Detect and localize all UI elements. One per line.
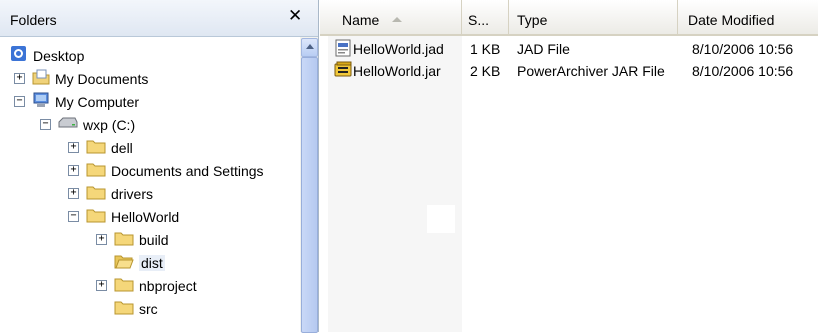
column-header-name[interactable]: Name: [320, 0, 462, 36]
file-type: PowerArchiver JAR File: [517, 63, 665, 79]
column-header-date-modified[interactable]: Date Modified: [678, 0, 818, 36]
folder-icon: [86, 207, 106, 226]
collapse-icon[interactable]: −: [14, 96, 25, 107]
column-header-type[interactable]: Type: [509, 0, 678, 36]
file-row-jar[interactable]: HelloWorld.jar 2 KB PowerArchiver JAR Fi…: [320, 60, 818, 82]
tree-item-desktop[interactable]: Desktop: [10, 44, 84, 67]
folder-icon: [114, 299, 134, 318]
tree-item-my-computer[interactable]: − My Computer: [14, 90, 139, 113]
folder-icon: [114, 230, 134, 249]
arrow-up-icon: [306, 44, 314, 49]
tree-item-documents-and-settings[interactable]: + Documents and Settings: [68, 159, 264, 182]
folders-title: Folders: [10, 12, 57, 28]
folder-icon: [86, 184, 106, 203]
file-name: HelloWorld.jad: [353, 41, 444, 57]
tree-item-label: wxp (C:): [83, 116, 136, 133]
tree-item-src[interactable]: src: [96, 297, 158, 320]
file-date-modified: 8/10/2006 10:56: [692, 41, 794, 57]
tree-item-build[interactable]: + build: [96, 228, 169, 251]
tree-item-label: dist: [139, 254, 165, 271]
expand-icon[interactable]: +: [96, 234, 107, 245]
tree-item-label: HelloWorld: [111, 208, 180, 225]
drive-icon: [58, 116, 78, 133]
column-header-label: Type: [517, 12, 548, 28]
collapse-icon[interactable]: −: [68, 211, 79, 222]
blank-area: [427, 205, 455, 233]
tree-item-drivers[interactable]: + drivers: [68, 182, 153, 205]
folder-icon: [86, 138, 106, 157]
my-documents-icon: [32, 68, 50, 89]
expand-icon[interactable]: +: [68, 142, 79, 153]
tree-item-label: My Computer: [55, 93, 140, 110]
collapse-icon[interactable]: −: [40, 119, 51, 130]
tree-item-label: nbproject: [139, 277, 197, 294]
folder-icon: [114, 276, 134, 295]
scroll-thumb[interactable]: [301, 57, 318, 333]
open-folder-icon: [114, 253, 134, 272]
file-row-jad[interactable]: HelloWorld.jad 1 KB JAD File 8/10/2006 1…: [320, 38, 818, 60]
tree-item-dist[interactable]: dist: [96, 251, 165, 274]
tree-item-nbproject[interactable]: + nbproject: [96, 274, 197, 297]
scroll-up-button[interactable]: [301, 38, 318, 57]
my-computer-icon: [32, 91, 50, 112]
file-name: HelloWorld.jar: [353, 63, 441, 79]
tree-item-label: Desktop: [33, 47, 85, 64]
file-size: 2 KB: [470, 63, 501, 79]
file-size: 1 KB: [470, 41, 501, 57]
folders-pane: Folders ✕ Desktop + My Documents − My Co…: [0, 0, 319, 333]
column-header-label: S...: [468, 12, 490, 28]
expand-icon[interactable]: +: [68, 165, 79, 176]
folders-header: Folders ✕: [0, 0, 318, 37]
tree-item-label: My Documents: [55, 70, 149, 87]
tree-item-label: drivers: [111, 185, 154, 202]
expand-icon[interactable]: +: [96, 280, 107, 291]
tree-item-helloworld[interactable]: − HelloWorld: [68, 205, 179, 228]
sort-ascending-icon: [392, 17, 402, 22]
jar-file-icon: [334, 61, 354, 82]
desktop-icon: [10, 45, 28, 66]
close-icon[interactable]: ✕: [288, 6, 302, 26]
column-header-size[interactable]: S...: [462, 0, 509, 36]
tree-item-label: Documents and Settings: [111, 162, 264, 179]
tree-item-label: build: [139, 231, 169, 248]
file-type: JAD File: [517, 41, 570, 57]
tree-item-drive-c[interactable]: − wxp (C:): [40, 113, 135, 136]
file-date-modified: 8/10/2006 10:56: [692, 63, 794, 79]
column-header-label: Date Modified: [688, 12, 775, 28]
jad-file-icon: [334, 39, 352, 60]
tree-item-dell[interactable]: + dell: [68, 136, 133, 159]
file-list: Name S... Type Date Modified HelloWorld.…: [320, 0, 818, 332]
tree-item-label: src: [139, 300, 158, 317]
folder-icon: [86, 161, 106, 180]
column-header-label: Name: [342, 12, 380, 28]
folder-tree: Desktop + My Documents − My Computer − w…: [0, 38, 300, 332]
expand-icon[interactable]: +: [14, 73, 25, 84]
tree-item-my-documents[interactable]: + My Documents: [14, 67, 148, 90]
vertical-scrollbar[interactable]: [300, 37, 318, 333]
expand-icon[interactable]: +: [68, 188, 79, 199]
tree-item-label: dell: [111, 139, 133, 156]
